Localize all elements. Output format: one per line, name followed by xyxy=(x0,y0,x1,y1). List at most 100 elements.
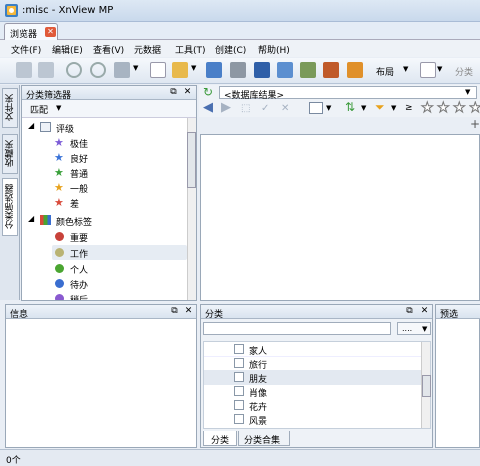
sort-dropdown-icon[interactable]: ▼ xyxy=(361,104,366,112)
close-panel-icon[interactable]: ✕ xyxy=(183,306,194,317)
category-item[interactable]: 花卉 xyxy=(204,398,421,413)
side-tab-folders[interactable]: 文件夹 xyxy=(2,88,18,128)
rotate-left-icon[interactable] xyxy=(66,62,82,78)
category-item[interactable]: 风景 xyxy=(204,412,421,427)
filter-dropdown-icon[interactable]: ▼ xyxy=(391,104,396,112)
sort-icon[interactable]: ⇅ xyxy=(345,101,355,114)
menu-help[interactable]: 帮助(H) xyxy=(258,43,290,56)
menu-tools[interactable]: 工具(T) xyxy=(175,43,206,56)
menu-metadata[interactable]: 元数据 xyxy=(134,43,161,56)
tab-category[interactable]: 分类 xyxy=(203,431,237,446)
rating-item[interactable]: ★ 差 xyxy=(22,195,187,210)
color-item[interactable]: 重要 xyxy=(22,229,187,244)
side-tab-category-filter[interactable]: 分类筛选器 xyxy=(2,178,18,236)
copy-icon[interactable] xyxy=(150,62,166,78)
rating-item[interactable]: ★ 极佳 xyxy=(22,135,187,150)
match-dropdown-icon[interactable]: ▼ xyxy=(56,104,61,112)
match-bar: 匹配 ▼ xyxy=(22,100,196,118)
rating-group[interactable]: ◢ 评级 xyxy=(22,120,187,135)
side-tab-favorites[interactable]: 收藏夹 xyxy=(2,134,18,174)
category-item[interactable]: 旅行 xyxy=(204,356,421,371)
category-panel: 分类 ⧉ ✕ .... ▼ 家人 旅行 朋友 肖像 花卉 风景 分类 分类合集 xyxy=(200,304,433,448)
tab-close-icon[interactable]: ✕ xyxy=(45,27,56,37)
category-label[interactable]: 分类 xyxy=(455,65,473,78)
category-checkbox[interactable] xyxy=(234,400,244,410)
category-checkbox[interactable] xyxy=(234,344,244,354)
tab-category-sets[interactable]: 分类合集 xyxy=(238,431,290,446)
slideshow-icon[interactable] xyxy=(38,62,54,78)
float-panel-icon[interactable]: ⧉ xyxy=(168,87,179,98)
collapse-arrow-icon[interactable]: ◢ xyxy=(28,121,34,130)
category-checkbox[interactable] xyxy=(234,386,244,396)
view-mode-icon[interactable] xyxy=(420,62,436,78)
address-field[interactable]: <数据库结果> ▼ xyxy=(219,86,477,101)
rating-star-icon[interactable]: ★ xyxy=(453,101,467,116)
category-item[interactable]: 肖像 xyxy=(204,384,421,399)
close-panel-icon[interactable]: ✕ xyxy=(419,306,430,317)
info-header: 信息 ⧉ ✕ xyxy=(6,305,196,320)
thumbnail-view-icon[interactable] xyxy=(309,102,323,114)
forward-icon[interactable]: ▶ xyxy=(221,101,231,115)
tab-browser[interactable]: 浏览器 ✕ xyxy=(4,23,58,40)
print-icon[interactable] xyxy=(230,62,246,78)
open-folder-dropdown-icon[interactable]: ▼ xyxy=(191,64,196,72)
category-item[interactable]: 家人 xyxy=(204,342,421,357)
category-checkbox[interactable] xyxy=(234,358,244,368)
category-scrollbar[interactable] xyxy=(421,342,431,428)
collapse-arrow-icon[interactable]: ◢ xyxy=(28,214,34,223)
color-item-selected[interactable]: 工作 xyxy=(52,245,187,260)
color-label-group[interactable]: ◢ 颜色标签 xyxy=(22,213,187,228)
rating-item[interactable]: ★ 一般 xyxy=(22,180,187,195)
image-tools-icon[interactable] xyxy=(114,62,130,78)
compare-icon[interactable] xyxy=(277,62,293,78)
menu-edit[interactable]: 编辑(E) xyxy=(52,43,83,56)
color-dot-icon xyxy=(55,279,64,288)
float-panel-icon[interactable]: ⧉ xyxy=(169,306,180,317)
category-item-selected[interactable]: 朋友 xyxy=(204,370,421,385)
open-folder-icon[interactable] xyxy=(172,62,188,78)
rating-star-icon[interactable]: ★ xyxy=(437,101,451,116)
batch-convert-icon[interactable] xyxy=(254,62,270,78)
back-icon[interactable]: ◀ xyxy=(203,101,213,115)
contact-sheet-icon[interactable] xyxy=(347,62,363,78)
color-item[interactable]: 个人 xyxy=(22,261,187,276)
menu-create[interactable]: 创建(C) xyxy=(215,43,246,56)
rating-item[interactable]: ★ 良好 xyxy=(22,150,187,165)
add-icon[interactable]: + xyxy=(470,118,480,130)
fullscreen-icon[interactable] xyxy=(16,62,32,78)
rotate-right-icon[interactable] xyxy=(90,62,106,78)
save-icon[interactable] xyxy=(206,62,222,78)
category-search-input[interactable] xyxy=(203,322,391,335)
filter-scrollbar[interactable] xyxy=(187,118,196,300)
close-panel-icon[interactable]: ✕ xyxy=(182,87,193,98)
web-page-icon[interactable] xyxy=(323,62,339,78)
image-tools-dropdown-icon[interactable]: ▼ xyxy=(133,64,138,72)
filter-icon[interactable]: ⏷ xyxy=(375,101,385,114)
check-icon[interactable]: ✓ xyxy=(261,103,269,114)
menu-view[interactable]: 查看(V) xyxy=(93,43,124,56)
rating-star-icon[interactable]: ★ xyxy=(421,101,435,116)
address-dropdown-icon[interactable]: ▼ xyxy=(465,88,470,96)
match-label[interactable]: 匹配 xyxy=(30,103,48,116)
slideshow-create-icon[interactable] xyxy=(300,62,316,78)
category-options-button[interactable]: .... ▼ xyxy=(397,322,431,335)
color-dot-icon xyxy=(55,232,64,241)
category-checkbox[interactable] xyxy=(234,372,244,382)
thumbnail-area[interactable] xyxy=(200,134,480,301)
view-mode-dropdown-icon[interactable]: ▼ xyxy=(437,65,442,73)
view-dropdown-icon[interactable]: ▼ xyxy=(326,104,331,112)
layout-label[interactable]: 布局 xyxy=(376,65,394,78)
up-folder-icon[interactable]: ⬚ xyxy=(241,103,250,114)
color-item[interactable]: 待办 xyxy=(22,276,187,291)
menu-file[interactable]: 文件(F) xyxy=(11,43,41,56)
layout-dropdown-icon[interactable]: ▼ xyxy=(403,65,408,73)
float-panel-icon[interactable]: ⧉ xyxy=(404,306,415,317)
rating-star-icon[interactable]: ★ xyxy=(469,101,480,115)
refresh-icon[interactable]: ↻ xyxy=(203,86,213,98)
color-item[interactable]: 稍后 xyxy=(22,291,187,300)
rating-compare[interactable]: ≥ xyxy=(405,103,413,113)
rating-item[interactable]: ★ 普通 xyxy=(22,165,187,180)
tab-category-sets-label: 分类合集 xyxy=(244,436,281,446)
delete-icon[interactable]: ✕ xyxy=(281,103,289,114)
category-checkbox[interactable] xyxy=(234,414,244,424)
